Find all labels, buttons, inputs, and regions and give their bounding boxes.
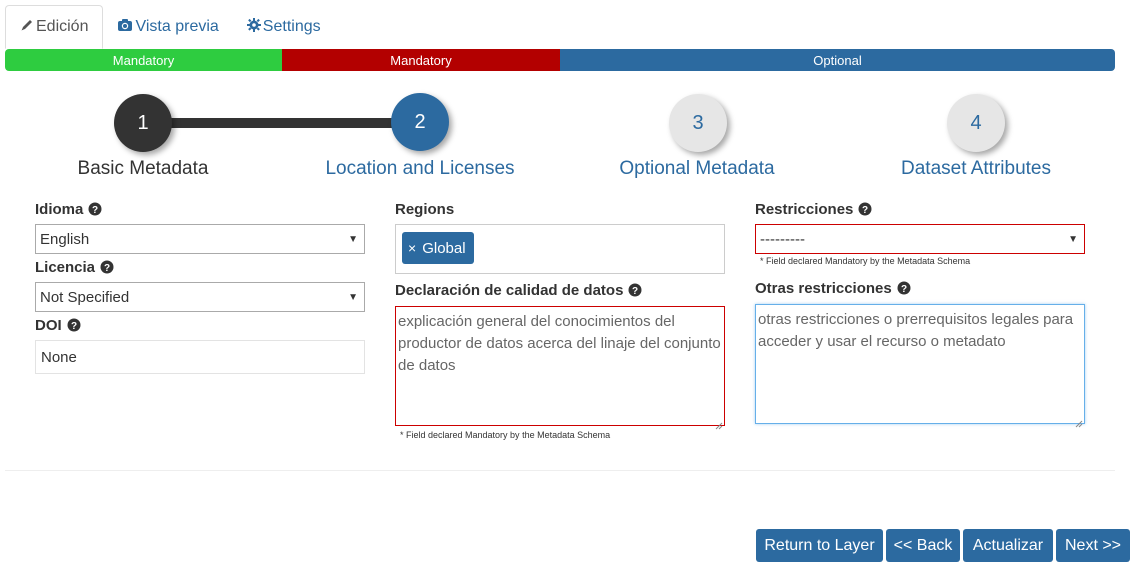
otras-textarea-text: otras restricciones o prerrequisitos leg… bbox=[758, 311, 1074, 350]
otras-label-text: Otras restricciones bbox=[755, 279, 892, 297]
step-3-label[interactable]: Optional Metadata bbox=[567, 158, 827, 180]
step-1-circle[interactable]: 1 bbox=[114, 94, 172, 152]
svg-text:?: ? bbox=[862, 205, 868, 216]
doi-label: DOI ? bbox=[35, 315, 365, 335]
step-2-circle[interactable]: 2 bbox=[391, 93, 449, 151]
form-column-left: Idioma ? English ▼ Licencia ? Not Specif… bbox=[35, 199, 365, 374]
return-to-layer-button[interactable]: Return to Layer bbox=[756, 529, 883, 562]
licencia-select[interactable]: Not Specified ▼ bbox=[35, 282, 365, 312]
svg-text:?: ? bbox=[632, 286, 638, 297]
step-1-label[interactable]: Basic Metadata bbox=[13, 158, 273, 180]
licencia-label-text: Licencia bbox=[35, 258, 96, 276]
mandatory-hint: * Field declared Mandatory by the Metada… bbox=[760, 256, 971, 266]
calidad-textarea-text: explicación general del conocimientos de… bbox=[398, 313, 721, 374]
regions-multiselect[interactable]: × Global bbox=[395, 224, 725, 274]
licencia-label: Licencia ? bbox=[35, 257, 365, 277]
calidad-label: Declaración de calidad de datos ? bbox=[395, 280, 725, 300]
wizard-stepper: 1 2 3 4 Basic Metadata Location and Lice… bbox=[0, 90, 1141, 190]
help-icon[interactable]: ? bbox=[100, 260, 114, 274]
completion-progress-bar: Mandatory Mandatory Optional bbox=[5, 49, 1115, 71]
next-button[interactable]: Next >> bbox=[1056, 529, 1130, 562]
resize-handle-icon[interactable] bbox=[714, 415, 723, 430]
chevron-down-icon: ▼ bbox=[1068, 233, 1078, 245]
calidad-textarea[interactable]: explicación general del conocimientos de… bbox=[395, 306, 725, 430]
tab-label: Vista previa bbox=[135, 18, 219, 35]
regions-label: Regions bbox=[395, 200, 455, 218]
step-connector bbox=[143, 118, 420, 128]
step-3-circle[interactable]: 3 bbox=[669, 94, 727, 152]
help-icon[interactable]: ? bbox=[628, 283, 642, 297]
divider bbox=[5, 470, 1115, 471]
otras-label: Otras restricciones ? bbox=[755, 278, 1085, 298]
restricciones-label: Restricciones ? bbox=[755, 199, 1085, 219]
svg-text:?: ? bbox=[71, 321, 77, 332]
calidad-label-text: Declaración de calidad de datos bbox=[395, 281, 624, 299]
otras-textarea[interactable]: otras restricciones o prerrequisitos leg… bbox=[755, 304, 1085, 428]
doi-field: None bbox=[35, 340, 365, 374]
tab-bar: Edición Vista previa Settings bbox=[5, 5, 335, 49]
help-icon[interactable]: ? bbox=[88, 202, 102, 216]
idioma-label: Idioma ? bbox=[35, 199, 365, 219]
step-4-label[interactable]: Dataset Attributes bbox=[846, 158, 1106, 180]
mandatory-hint: * Field declared Mandatory by the Metada… bbox=[400, 430, 611, 440]
idioma-label-text: Idioma bbox=[35, 200, 84, 218]
form-column-right: Restricciones ? --------- ▼ * Field decl… bbox=[755, 199, 1085, 428]
svg-text:?: ? bbox=[92, 205, 98, 216]
progress-segment-location: Mandatory bbox=[282, 49, 560, 71]
help-icon[interactable]: ? bbox=[858, 202, 872, 216]
region-tag-label: Global bbox=[422, 239, 466, 257]
step-2-label[interactable]: Location and Licenses bbox=[290, 158, 550, 180]
restricciones-select-value: --------- bbox=[760, 230, 805, 248]
pencil-icon bbox=[20, 18, 36, 37]
help-icon[interactable]: ? bbox=[897, 281, 911, 295]
tab-settings[interactable]: Settings bbox=[233, 5, 335, 49]
update-button[interactable]: Actualizar bbox=[963, 529, 1053, 562]
chevron-down-icon: ▼ bbox=[348, 233, 358, 245]
tab-vista-previa[interactable]: Vista previa bbox=[103, 5, 232, 49]
tab-label: Settings bbox=[262, 18, 321, 35]
gear-icon bbox=[246, 17, 263, 37]
help-icon[interactable]: ? bbox=[67, 318, 81, 332]
doi-label-text: DOI bbox=[35, 316, 62, 334]
camera-icon bbox=[117, 18, 135, 37]
progress-segment-basic: Mandatory bbox=[5, 49, 282, 71]
progress-segment-optional: Optional bbox=[560, 49, 1115, 71]
restricciones-select[interactable]: --------- ▼ bbox=[755, 224, 1085, 254]
region-tag[interactable]: × Global bbox=[402, 232, 474, 264]
idioma-select-value: English bbox=[40, 230, 90, 248]
chevron-down-icon: ▼ bbox=[348, 291, 358, 303]
step-4-circle[interactable]: 4 bbox=[947, 94, 1005, 152]
tab-label: Edición bbox=[36, 18, 89, 35]
svg-text:?: ? bbox=[104, 263, 110, 274]
form-column-middle: Regions × Global Declaración de calidad … bbox=[395, 199, 725, 440]
licencia-select-value: Not Specified bbox=[40, 288, 130, 306]
tab-edicion[interactable]: Edición bbox=[5, 5, 104, 49]
svg-text:?: ? bbox=[901, 284, 907, 295]
resize-handle-icon[interactable] bbox=[1074, 413, 1083, 428]
idioma-select[interactable]: English ▼ bbox=[35, 224, 365, 254]
back-button[interactable]: << Back bbox=[886, 529, 960, 562]
restricciones-label-text: Restricciones bbox=[755, 200, 854, 218]
remove-tag-icon[interactable]: × bbox=[408, 240, 416, 256]
